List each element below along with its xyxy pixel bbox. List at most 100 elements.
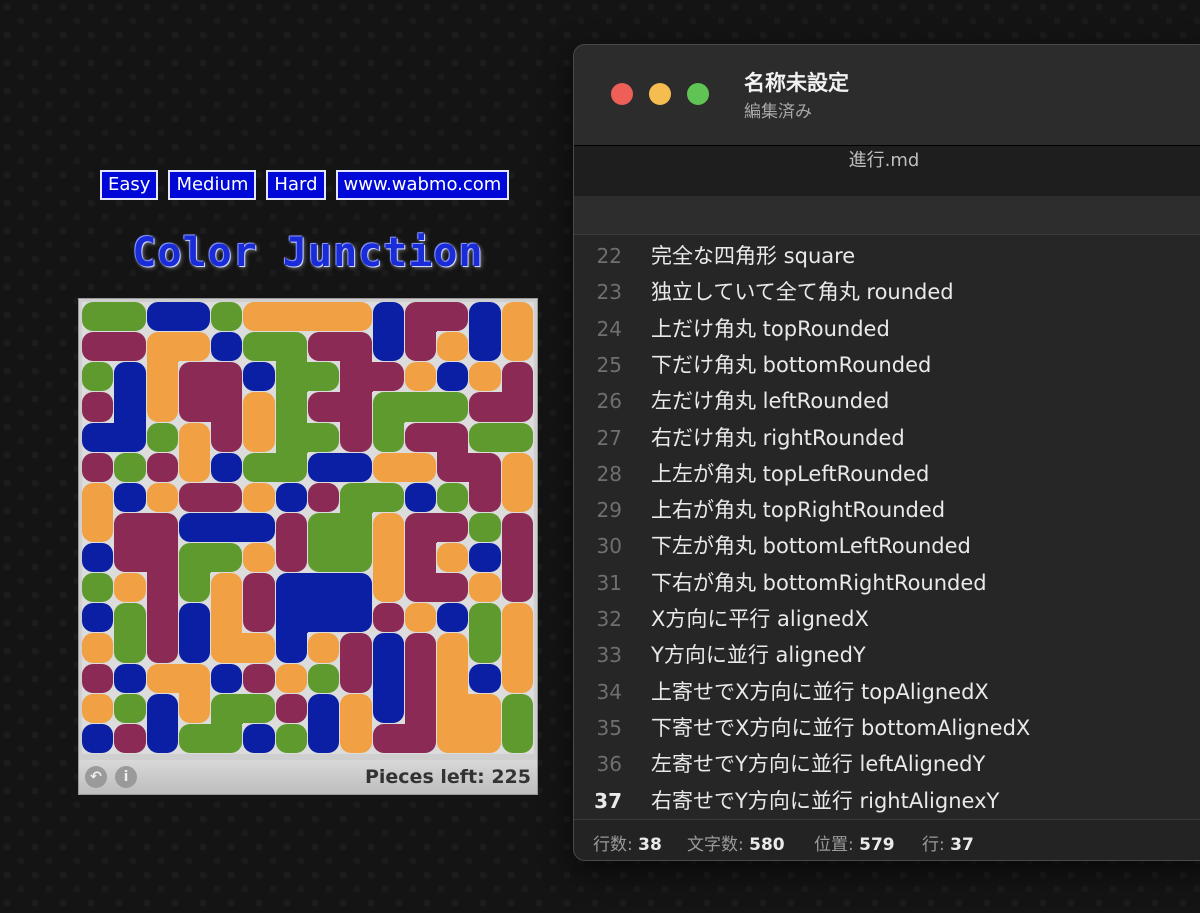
puzzle-tile[interactable] — [437, 663, 469, 694]
line-text[interactable]: 上寄せでX方向に並行 topAlignedX — [651, 674, 989, 710]
puzzle-tile[interactable] — [82, 302, 115, 332]
puzzle-tile[interactable] — [437, 633, 469, 664]
puzzle-tile[interactable] — [404, 392, 438, 422]
puzzle-tile[interactable] — [469, 332, 501, 362]
puzzle-tile[interactable] — [82, 512, 114, 543]
puzzle-tile[interactable] — [146, 573, 178, 604]
puzzle-tile[interactable] — [469, 633, 501, 663]
puzzle-tile[interactable] — [404, 663, 437, 694]
puzzle-tile[interactable] — [243, 663, 275, 693]
puzzle-tile[interactable] — [275, 543, 307, 573]
puzzle-tile[interactable] — [275, 573, 308, 604]
puzzle-tile[interactable] — [243, 392, 275, 423]
editor-line[interactable]: 32 X方向に平行 alignedX — [574, 601, 1200, 637]
puzzle-tile[interactable] — [211, 543, 243, 573]
line-text[interactable]: 下右が角丸 bottomRightRounded — [651, 565, 987, 601]
puzzle-tile[interactable] — [469, 452, 501, 483]
puzzle-tile[interactable] — [114, 543, 147, 573]
puzzle-tile[interactable] — [308, 332, 341, 362]
puzzle-tile[interactable] — [340, 693, 372, 724]
puzzle-tile[interactable] — [243, 422, 275, 452]
puzzle-tile[interactable] — [275, 663, 307, 693]
puzzle-tile[interactable] — [437, 543, 469, 573]
puzzle-tile[interactable] — [437, 332, 469, 362]
puzzle-tile[interactable] — [114, 512, 147, 544]
puzzle-tile[interactable] — [178, 332, 211, 362]
editor-line[interactable]: 36 左寄せでY方向に並行 leftAlignedY — [574, 746, 1200, 782]
puzzle-tile[interactable] — [501, 603, 533, 634]
puzzle-tile[interactable] — [178, 663, 211, 694]
puzzle-tile[interactable] — [243, 693, 275, 723]
wabmo-site-link[interactable]: www.wabmo.com — [335, 170, 510, 200]
puzzle-tile[interactable] — [243, 302, 276, 332]
puzzle-tile[interactable] — [211, 723, 243, 753]
puzzle-tile[interactable] — [146, 482, 178, 512]
line-text[interactable]: 独立していて全て角丸 rounded — [651, 274, 954, 310]
puzzle-tile[interactable] — [82, 452, 114, 482]
puzzle-tile[interactable] — [308, 693, 340, 724]
puzzle-tile[interactable] — [211, 422, 243, 452]
puzzle-tile[interactable] — [211, 392, 243, 423]
puzzle-tile[interactable] — [82, 362, 114, 392]
puzzle-tile[interactable] — [340, 302, 372, 332]
puzzle-tile[interactable] — [146, 512, 178, 544]
puzzle-tile[interactable] — [404, 302, 438, 333]
puzzle-tile[interactable] — [211, 633, 244, 663]
puzzle-tile[interactable] — [469, 663, 501, 693]
puzzle-tile[interactable] — [340, 452, 372, 482]
puzzle-tile[interactable] — [404, 543, 437, 574]
line-text[interactable]: 完全な四角形 square — [651, 238, 855, 274]
puzzle-tile[interactable] — [178, 633, 211, 663]
editor-line[interactable]: 34 上寄せでX方向に並行 topAlignedX — [574, 674, 1200, 710]
puzzle-tile[interactable] — [275, 302, 308, 332]
line-text[interactable]: 上右が角丸 topRightRounded — [651, 492, 945, 528]
hard-link[interactable]: Hard — [266, 170, 326, 200]
puzzle-tile[interactable] — [146, 723, 178, 753]
puzzle-tile[interactable] — [372, 663, 404, 694]
puzzle-tile[interactable] — [404, 512, 438, 544]
puzzle-tile[interactable] — [308, 302, 341, 332]
puzzle-tile[interactable] — [501, 302, 533, 333]
puzzle-tile[interactable] — [372, 693, 404, 723]
puzzle-tile[interactable] — [308, 663, 340, 693]
puzzle-tile[interactable] — [178, 362, 212, 393]
puzzle-tile[interactable] — [437, 573, 469, 603]
puzzle-tile[interactable] — [114, 723, 146, 753]
puzzle-tile[interactable] — [178, 573, 211, 603]
puzzle-tile[interactable] — [211, 512, 244, 543]
puzzle-tile[interactable] — [243, 512, 275, 543]
puzzle-tile[interactable] — [211, 362, 243, 393]
puzzle-tile[interactable] — [82, 603, 114, 633]
puzzle-tile[interactable] — [308, 482, 340, 512]
game-board[interactable] — [82, 302, 534, 754]
puzzle-tile[interactable] — [469, 543, 501, 573]
puzzle-tile[interactable] — [437, 693, 470, 724]
puzzle-tile[interactable] — [501, 392, 533, 422]
puzzle-tile[interactable] — [82, 723, 114, 753]
puzzle-tile[interactable] — [114, 392, 146, 423]
puzzle-tile[interactable] — [501, 452, 533, 483]
puzzle-tile[interactable] — [308, 362, 340, 392]
puzzle-tile[interactable] — [275, 603, 308, 634]
editor-line[interactable]: 23 独立していて全て角丸 rounded — [574, 274, 1200, 310]
puzzle-tile[interactable] — [340, 543, 372, 573]
puzzle-tile[interactable] — [501, 422, 533, 452]
puzzle-tile[interactable] — [146, 332, 179, 363]
puzzle-tile[interactable] — [146, 693, 178, 724]
puzzle-tile[interactable] — [501, 693, 533, 724]
editor-line[interactable]: 37 右寄せでY方向に並行 rightAlignexY — [574, 783, 1200, 819]
line-text[interactable]: 左だけ角丸 leftRounded — [651, 383, 889, 419]
medium-link[interactable]: Medium — [168, 170, 257, 200]
puzzle-tile[interactable] — [372, 362, 404, 392]
puzzle-tile[interactable] — [308, 543, 341, 573]
puzzle-tile[interactable] — [178, 422, 211, 453]
puzzle-tile[interactable] — [372, 723, 405, 753]
puzzle-tile[interactable] — [275, 362, 308, 393]
puzzle-tile[interactable] — [372, 603, 404, 633]
puzzle-tile[interactable] — [501, 543, 533, 574]
puzzle-tile[interactable] — [372, 633, 404, 664]
puzzle-tile[interactable] — [404, 723, 437, 753]
puzzle-tile[interactable] — [82, 573, 114, 603]
puzzle-tile[interactable] — [82, 482, 114, 513]
puzzle-tile[interactable] — [82, 663, 114, 693]
